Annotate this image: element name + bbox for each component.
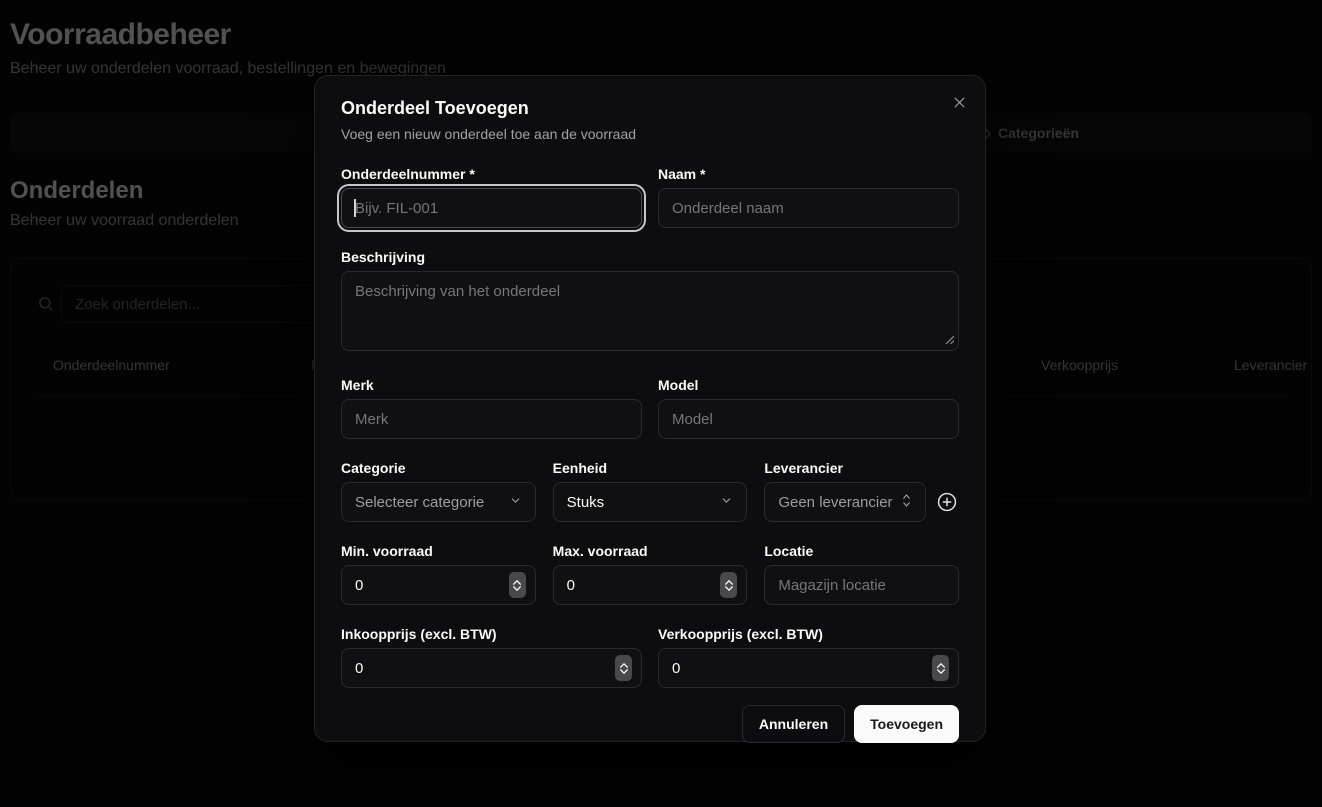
chevron-down-icon (720, 494, 733, 511)
description-textarea[interactable] (341, 271, 959, 351)
field-beschrijving: Beschrijving (341, 249, 959, 356)
field-label: Beschrijving (341, 249, 959, 265)
plus-circle-icon[interactable] (935, 490, 959, 514)
field-categorie: Categorie Selecteer categorie (341, 460, 536, 522)
add-part-dialog: Onderdeel Toevoegen Voeg een nieuw onder… (314, 75, 986, 742)
selling-price-input[interactable] (658, 648, 959, 688)
field-label: Min. voorraad (341, 543, 536, 559)
field-label: Verkoopprijs (excl. BTW) (658, 626, 959, 642)
field-min-voorraad: Min. voorraad (341, 543, 536, 605)
field-label: Locatie (764, 543, 959, 559)
dialog-title: Onderdeel Toevoegen (341, 98, 959, 119)
field-label: Eenheid (553, 460, 748, 476)
dialog-footer: Annuleren Toevoegen (341, 705, 959, 743)
field-label: Onderdeelnummer * (341, 166, 642, 182)
supplier-select[interactable]: Geen leverancier (764, 482, 926, 522)
field-label: Model (658, 377, 959, 393)
field-label: Naam * (658, 166, 959, 182)
select-value: Geen leverancier (778, 494, 892, 511)
field-max-voorraad: Max. voorraad (553, 543, 748, 605)
field-model: Model (658, 377, 959, 439)
field-label: Merk (341, 377, 642, 393)
field-naam: Naam * (658, 166, 959, 228)
field-leverancier: Leverancier Geen leverancier (764, 460, 959, 522)
name-input[interactable] (658, 188, 959, 228)
purchase-price-input[interactable] (341, 648, 642, 688)
submit-button[interactable]: Toevoegen (854, 705, 959, 743)
brand-input[interactable] (341, 399, 642, 439)
number-stepper[interactable] (509, 572, 526, 598)
text-cursor (354, 199, 356, 217)
part-number-input[interactable] (341, 188, 642, 228)
field-inkoopprijs: Inkoopprijs (excl. BTW) (341, 626, 642, 688)
field-label: Inkoopprijs (excl. BTW) (341, 626, 642, 642)
close-icon[interactable] (947, 90, 971, 114)
field-verkoopprijs: Verkoopprijs (excl. BTW) (658, 626, 959, 688)
select-value: Stuks (567, 494, 605, 511)
field-merk: Merk (341, 377, 642, 439)
number-stepper[interactable] (932, 655, 949, 681)
cancel-button[interactable]: Annuleren (742, 705, 845, 743)
chevron-up-down-icon (901, 493, 912, 512)
dialog-subtitle: Voeg een nieuw onderdeel toe aan de voor… (341, 126, 959, 142)
field-onderdeelnummer: Onderdeelnummer * (341, 166, 642, 228)
model-input[interactable] (658, 399, 959, 439)
chevron-down-icon (509, 494, 522, 511)
select-value: Selecteer categorie (355, 494, 484, 511)
number-stepper[interactable] (615, 655, 632, 681)
unit-select[interactable]: Stuks (553, 482, 748, 522)
number-stepper[interactable] (720, 572, 737, 598)
field-label: Categorie (341, 460, 536, 476)
field-eenheid: Eenheid Stuks (553, 460, 748, 522)
field-label: Leverancier (764, 460, 959, 476)
max-stock-input[interactable] (553, 565, 748, 605)
min-stock-input[interactable] (341, 565, 536, 605)
field-locatie: Locatie (764, 543, 959, 605)
location-input[interactable] (764, 565, 959, 605)
field-label: Max. voorraad (553, 543, 748, 559)
category-select[interactable]: Selecteer categorie (341, 482, 536, 522)
